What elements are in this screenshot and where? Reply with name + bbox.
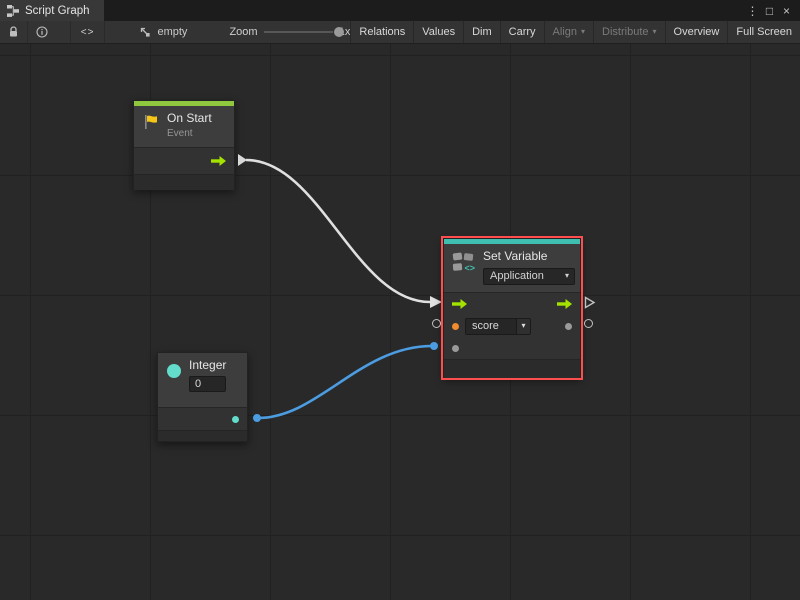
titlebar: Script Graph ⋮ □ × xyxy=(0,0,800,21)
integer-icon xyxy=(166,363,182,379)
dim-button[interactable]: Dim xyxy=(463,21,500,43)
node-title: On Start xyxy=(167,112,212,126)
zoom-slider[interactable] xyxy=(264,25,333,39)
dropdown-caret-icon: ▾ xyxy=(565,272,569,280)
value-connection[interactable] xyxy=(258,346,432,418)
node-subtitle: Event xyxy=(167,128,212,139)
maximize-icon[interactable]: □ xyxy=(761,4,778,18)
distribute-button: Distribute▾ xyxy=(593,21,664,43)
node-footer xyxy=(134,174,234,190)
dropdown-caret-icon: ▾ xyxy=(581,28,585,36)
connections-layer xyxy=(0,44,800,600)
graph-icon xyxy=(7,5,19,17)
info-icon[interactable] xyxy=(28,21,56,43)
variable-name-value[interactable]: score xyxy=(466,319,516,334)
variable-output-port[interactable] xyxy=(565,323,572,330)
control-output-port[interactable] xyxy=(211,156,226,166)
script-graph-window: Script Graph ⋮ □ × <> empty Zoom 1x xyxy=(0,0,800,600)
node-title: Integer xyxy=(189,359,226,373)
graph-toolbar: <> empty Zoom 1x Relations Values Dim Ca… xyxy=(0,21,800,44)
code-toggle-button[interactable]: <> xyxy=(70,21,106,43)
zoom-slider-handle[interactable] xyxy=(334,27,344,37)
tab-title: Script Graph xyxy=(25,5,90,17)
unconnected-port-marker-left[interactable] xyxy=(432,319,441,328)
variable-name-dropdown-button[interactable]: ▾ xyxy=(516,319,530,334)
overview-button[interactable]: Overview xyxy=(665,21,728,43)
node-integer[interactable]: Integer 0 xyxy=(157,352,248,442)
variable-name-field[interactable]: score ▾ xyxy=(465,318,531,335)
integer-value-field[interactable]: 0 xyxy=(189,376,226,392)
zoom-label: Zoom xyxy=(229,26,257,38)
selection-label: empty xyxy=(157,26,187,38)
graph-canvas[interactable]: On Start Event xyxy=(0,44,800,600)
tab-script-graph[interactable]: Script Graph xyxy=(0,0,104,21)
flag-icon xyxy=(142,113,160,131)
control-connection-arrowhead xyxy=(430,296,442,308)
control-wire-start-marker[interactable] xyxy=(238,154,247,166)
toolbar-buttons: Relations Values Dim Carry Align▾ Distri… xyxy=(350,21,800,43)
zoom-slider-track[interactable] xyxy=(264,31,333,33)
full-screen-button[interactable]: Full Screen xyxy=(727,21,800,43)
unconnected-port-marker-right[interactable] xyxy=(584,319,593,328)
align-button: Align▾ xyxy=(544,21,593,43)
close-icon[interactable]: × xyxy=(778,4,795,18)
node-set-variable[interactable]: <> Set Variable Application ▾ xyxy=(443,238,581,378)
window-controls: ⋮ □ × xyxy=(744,0,800,21)
value-wire-start-marker[interactable] xyxy=(253,414,261,422)
node-footer xyxy=(158,430,247,441)
control-output-marker[interactable] xyxy=(584,296,596,309)
variable-blocks-icon: <> xyxy=(452,252,476,273)
window-menu-icon[interactable]: ⋮ xyxy=(744,4,761,18)
lock-icon[interactable] xyxy=(0,21,27,43)
node-on-start[interactable]: On Start Event xyxy=(133,100,235,190)
node-footer xyxy=(444,359,580,378)
dropdown-caret-icon: ▾ xyxy=(653,28,657,36)
values-button[interactable]: Values xyxy=(413,21,463,43)
control-input-port[interactable] xyxy=(452,299,467,309)
dropdown-caret-icon: ▾ xyxy=(521,322,525,330)
integer-output-port[interactable] xyxy=(232,416,239,423)
relations-button[interactable]: Relations xyxy=(350,21,413,43)
variable-name-port[interactable] xyxy=(452,323,459,330)
node-title: Set Variable xyxy=(483,250,575,264)
value-input-port[interactable] xyxy=(452,345,459,352)
control-output-port[interactable] xyxy=(557,299,572,309)
carry-button[interactable]: Carry xyxy=(500,21,544,43)
svg-text:<>: <> xyxy=(465,263,476,273)
fit-arrow-icon xyxy=(139,26,151,38)
selection-indicator[interactable]: empty xyxy=(139,26,187,38)
variable-scope-dropdown[interactable]: Application ▾ xyxy=(483,268,575,285)
value-wire-end-marker[interactable] xyxy=(430,342,438,350)
control-connection[interactable] xyxy=(246,160,430,302)
